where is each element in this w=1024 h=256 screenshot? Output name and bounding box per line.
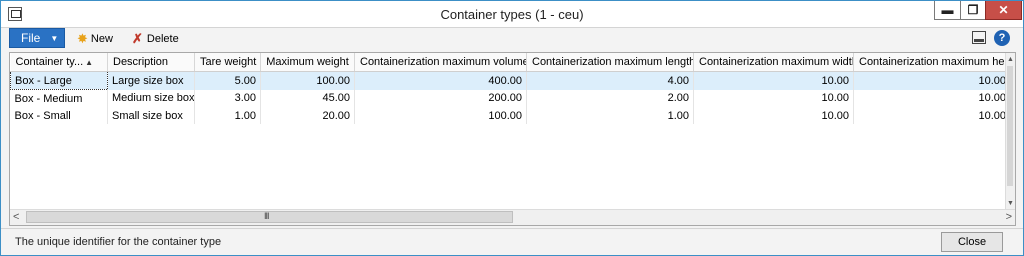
container-types-window: Container types (1 - ceu) ▬ ❐ ✕ File ▼ ✸… (0, 0, 1024, 256)
column-header-description[interactable]: Description (107, 53, 195, 72)
toolbar: File ▼ ✸ New ✗ Delete ? (1, 28, 1023, 50)
cell-max-height[interactable]: 10.00 (853, 71, 1011, 90)
close-button[interactable]: Close (941, 232, 1003, 252)
column-header-max-height[interactable]: Containerization maximum height (853, 53, 1011, 72)
cell-max-volume[interactable]: 400.00 (354, 71, 527, 90)
cell-max-length[interactable]: 1.00 (526, 107, 694, 124)
new-star-icon: ✸ (77, 30, 88, 46)
scroll-up-icon[interactable]: ▲ (1007, 56, 1014, 63)
cell-max-width[interactable]: 10.00 (693, 71, 854, 90)
title-bar: Container types (1 - ceu) ▬ ❐ ✕ (1, 1, 1023, 28)
column-header-tare-weight[interactable]: Tare weight (194, 53, 261, 72)
container-types-grid: Container ty... ▲ Description Tare weight… (9, 52, 1016, 226)
cell-description[interactable]: Medium size box (107, 89, 195, 107)
window-title: Container types (1 - ceu) (440, 7, 584, 22)
horizontal-scrollbar[interactable]: < III > (10, 209, 1015, 225)
cell-max-width[interactable]: 10.00 (693, 89, 854, 107)
delete-button[interactable]: ✗ Delete (132, 30, 179, 47)
table-row[interactable]: Box - Large Large size box 5.00 100.00 4… (10, 71, 1011, 90)
cell-max-length[interactable]: 4.00 (526, 71, 694, 90)
delete-label: Delete (146, 32, 179, 45)
file-label: File (21, 31, 41, 45)
window-close-button[interactable]: ✕ (985, 1, 1022, 20)
cell-max-volume[interactable]: 100.00 (354, 107, 527, 124)
table-row[interactable]: Box - Small Small size box 1.00 20.00 10… (10, 107, 1011, 124)
caret-down-icon: ▼ (50, 33, 59, 43)
cell-tare-weight[interactable]: 1.00 (194, 107, 261, 124)
scroll-grip-icon: III (264, 211, 269, 221)
cell-container-type[interactable]: Box - Small (10, 107, 108, 124)
cell-maximum-weight[interactable]: 100.00 (260, 71, 355, 90)
column-header-maximum-weight[interactable]: Maximum weight (260, 53, 355, 72)
cell-description[interactable]: Small size box (107, 107, 195, 124)
cell-max-volume[interactable]: 200.00 (354, 89, 527, 107)
cell-maximum-weight[interactable]: 20.00 (260, 107, 355, 124)
scroll-down-icon[interactable]: ▼ (1007, 200, 1014, 207)
cell-max-height[interactable]: 10.00 (853, 107, 1011, 124)
cell-max-length[interactable]: 2.00 (526, 89, 694, 107)
vertical-scroll-thumb[interactable] (1007, 66, 1013, 186)
status-bar: The unique identifier for the container … (1, 228, 1023, 255)
column-header-max-length[interactable]: Containerization maximum length (526, 53, 694, 72)
cell-tare-weight[interactable]: 3.00 (194, 89, 261, 107)
column-header-container-type[interactable]: Container ty... ▲ (10, 53, 108, 72)
help-icon[interactable]: ? (994, 30, 1010, 46)
grid-table: Container ty... ▲ Description Tare weight… (10, 53, 1011, 124)
column-header-max-volume[interactable]: Containerization maximum volume (354, 53, 527, 72)
header-row: Container ty... ▲ Description Tare weight… (10, 53, 1011, 72)
scroll-right-icon[interactable]: > (1006, 211, 1012, 223)
table-row[interactable]: Box - Medium Medium size box 3.00 45.00 … (10, 89, 1011, 107)
status-help-text: The unique identifier for the container … (15, 236, 222, 248)
column-header-max-width[interactable]: Containerization maximum width (693, 53, 854, 72)
horizontal-scroll-thumb[interactable] (26, 211, 513, 223)
cell-max-height[interactable]: 10.00 (853, 89, 1011, 107)
new-label: New (90, 32, 113, 45)
cell-tare-weight[interactable]: 5.00 (194, 71, 261, 90)
cell-container-type[interactable]: Box - Medium (10, 89, 108, 107)
maximize-button[interactable]: ❐ (960, 1, 986, 20)
cell-max-width[interactable]: 10.00 (693, 107, 854, 124)
delete-x-icon: ✗ (132, 30, 143, 46)
sort-ascending-icon: ▲ (85, 58, 94, 67)
new-button[interactable]: ✸ New (77, 30, 113, 47)
minimize-button[interactable]: ▬ (934, 1, 961, 20)
cell-container-type[interactable]: Box - Large (10, 71, 108, 90)
cell-description[interactable]: Large size box (107, 71, 195, 90)
cell-maximum-weight[interactable]: 45.00 (260, 89, 355, 107)
layout-icon[interactable] (972, 31, 986, 44)
vertical-scrollbar[interactable]: ▲ ▼ (1005, 53, 1015, 209)
file-menu-button[interactable]: File ▼ (9, 28, 65, 48)
scroll-left-icon[interactable]: < (13, 211, 19, 223)
